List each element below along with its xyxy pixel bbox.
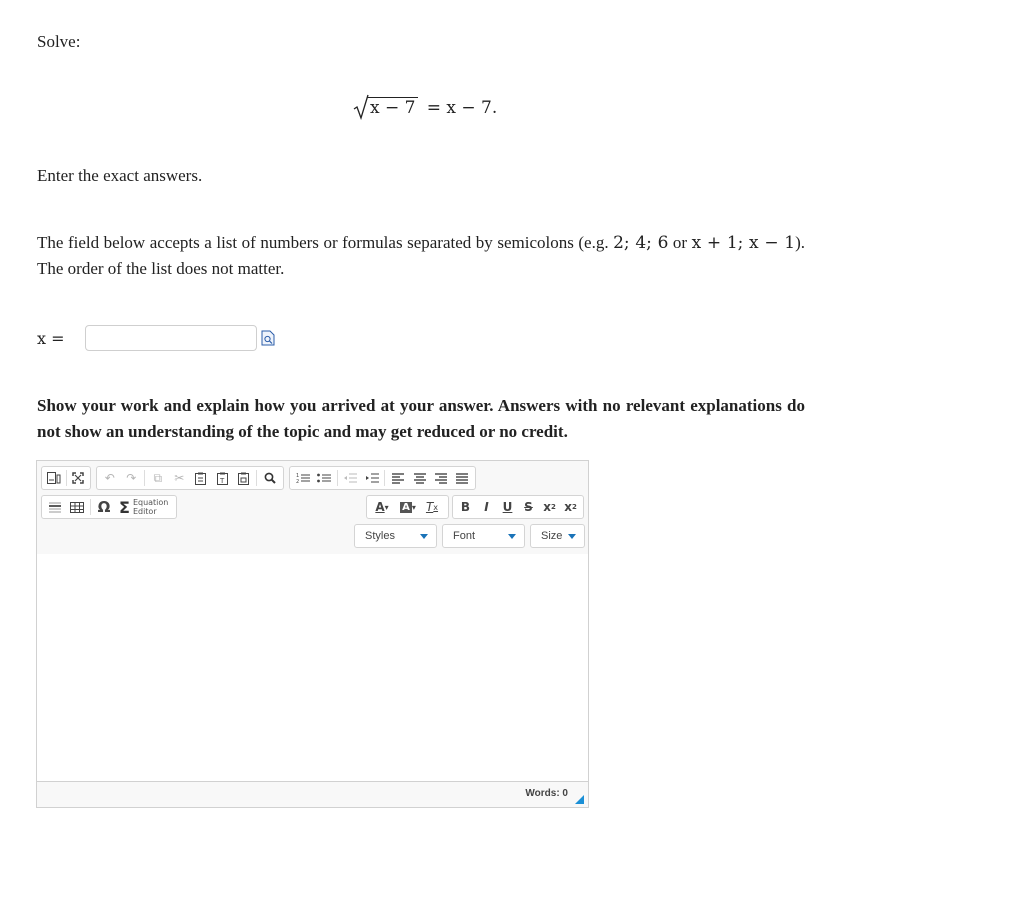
hint-example-formulas: x + 1; x − 1: [691, 233, 796, 253]
underline-icon[interactable]: U: [497, 496, 518, 518]
redo-icon[interactable]: ↷: [121, 467, 143, 489]
editor-toolbar: ↶ ↷ ⧉ ✂ T 12 Ω Σ Equation Editor A ▾ A ▾…: [37, 461, 588, 555]
strikethrough-icon[interactable]: S: [518, 496, 539, 518]
answer-variable-label: x =: [37, 328, 65, 348]
styles-dropdown-label: Styles: [365, 530, 395, 542]
equation: x − 7 = x − 7.: [353, 94, 497, 124]
subscript-icon[interactable]: x2: [539, 496, 560, 518]
equation-editor-label: Equation Editor: [132, 498, 169, 516]
question-label: Solve:: [37, 32, 81, 51]
styles-dropdown[interactable]: Styles: [354, 524, 437, 548]
special-character-icon[interactable]: Ω: [93, 496, 115, 518]
paste-text-icon[interactable]: T: [211, 467, 233, 489]
word-count: Words: 0: [525, 788, 568, 799]
paste-icon[interactable]: [190, 467, 212, 489]
copy-icon[interactable]: ⧉: [147, 467, 169, 489]
editor-content-area[interactable]: [37, 554, 588, 783]
hint-text: The field below accepts a list of number…: [37, 230, 805, 282]
superscript-icon[interactable]: x2: [560, 496, 581, 518]
instruction-text: Enter the exact answers.: [37, 166, 203, 185]
align-justify-icon[interactable]: [452, 467, 473, 489]
text-color-icon[interactable]: A ▾: [369, 496, 395, 518]
toolbar-group-basicstyles: B I U S x2 x2: [452, 495, 584, 519]
radicand: x − 7: [367, 97, 419, 118]
numbered-list-icon[interactable]: 12: [292, 467, 313, 489]
find-icon[interactable]: [259, 467, 281, 489]
align-right-icon[interactable]: [430, 467, 451, 489]
answer-input[interactable]: [84, 325, 257, 351]
bulleted-list-icon[interactable]: [313, 467, 334, 489]
cut-icon[interactable]: ✂: [168, 467, 190, 489]
toolbar-group-clipboard: ↶ ↷ ⧉ ✂ T: [96, 466, 284, 490]
chevron-down-icon: [420, 534, 428, 539]
size-dropdown[interactable]: Size: [530, 524, 585, 548]
chevron-down-icon: [508, 534, 516, 539]
background-color-icon[interactable]: A ▾: [395, 496, 421, 518]
table-icon[interactable]: [66, 496, 88, 518]
hint-or: or: [668, 233, 692, 252]
preview-icon[interactable]: [261, 330, 275, 346]
undo-icon[interactable]: ↶: [99, 467, 121, 489]
chevron-down-icon: [568, 534, 576, 539]
equation-rhs: = x − 7.: [426, 98, 498, 118]
toolbar-group-insert: Ω Σ Equation Editor: [41, 495, 177, 519]
remove-format-icon[interactable]: Tx: [421, 496, 443, 518]
hint-prefix: The field below accepts a list of number…: [37, 233, 614, 252]
sigma-icon: Σ: [119, 497, 130, 517]
indent-icon[interactable]: [361, 467, 382, 489]
editor-status-bar: Words: 0: [37, 781, 588, 807]
source-icon[interactable]: [44, 467, 64, 489]
work-prompt: Show your work and explain how you arriv…: [37, 396, 805, 441]
toolbar-group-view: [41, 466, 91, 490]
italic-icon[interactable]: I: [476, 496, 497, 518]
equation-editor-button[interactable]: Σ Equation Editor: [115, 498, 173, 516]
outdent-icon[interactable]: [340, 467, 361, 489]
font-dropdown[interactable]: Font: [442, 524, 525, 548]
toolbar-group-paragraph: 12: [289, 466, 476, 490]
hint-example-numbers: 2; 4; 6: [613, 233, 669, 253]
rich-text-editor: ↶ ↷ ⧉ ✂ T 12 Ω Σ Equation Editor A ▾ A ▾…: [36, 460, 589, 808]
paste-word-icon[interactable]: [233, 467, 255, 489]
align-left-icon[interactable]: [387, 467, 408, 489]
align-center-icon[interactable]: [409, 467, 430, 489]
square-root: x − 7: [353, 94, 419, 120]
svg-text:2: 2: [296, 479, 299, 484]
horizontal-line-icon[interactable]: [44, 496, 66, 518]
toolbar-group-colors: A ▾ A ▾ Tx: [366, 495, 449, 519]
maximize-icon[interactable]: [68, 467, 88, 489]
radical-sign: [353, 94, 369, 120]
resize-handle-icon[interactable]: [575, 795, 584, 804]
size-dropdown-label: Size: [541, 530, 563, 542]
font-dropdown-label: Font: [453, 530, 476, 542]
answer-row: x =: [37, 324, 275, 352]
bold-icon[interactable]: B: [455, 496, 476, 518]
svg-text:T: T: [219, 477, 225, 485]
